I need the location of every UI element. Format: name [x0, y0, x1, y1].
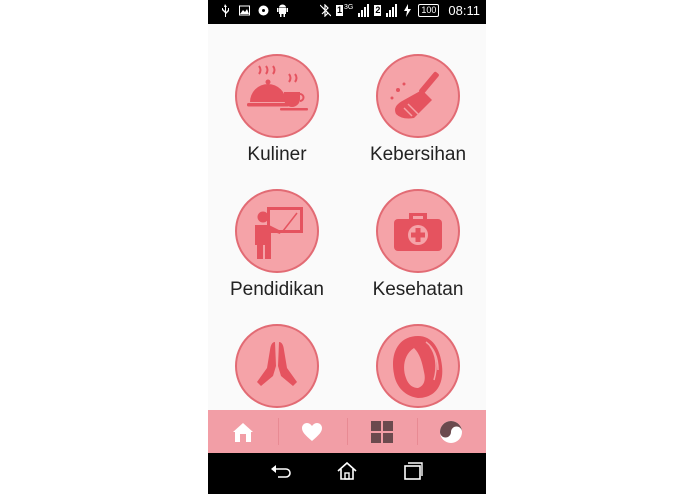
tab-profile[interactable]: [416, 410, 487, 453]
signal-1-icon: [358, 4, 370, 17]
category-circle: [376, 189, 460, 273]
back-arrow-icon: [271, 465, 291, 478]
network-type-label: 3G: [344, 4, 354, 11]
heart-icon: [302, 422, 323, 441]
food-cloche-icon: [247, 65, 308, 111]
sim2-badge: 2: [374, 5, 382, 16]
tab-favorites[interactable]: [277, 410, 348, 453]
status-bar: 1 3G 2 100 08:11: [208, 0, 486, 24]
grid-icon: [370, 420, 393, 443]
first-aid-kit-icon: [394, 213, 442, 251]
phone-screen: 1 3G 2 100 08:11 Kuliner Kebersihan Pend…: [208, 0, 486, 494]
yin-yang-icon: [440, 420, 463, 443]
category-label: Pendidikan: [229, 279, 325, 300]
category-label: Kebersihan: [369, 144, 467, 165]
bottom-tab-bar: [208, 410, 486, 453]
category-grid: Kuliner Kebersihan Pendidikan Kesehatan: [208, 24, 486, 410]
woman-face-icon: [393, 336, 443, 398]
category-circle: [376, 54, 460, 138]
tab-categories[interactable]: [347, 410, 417, 453]
category-pendidikan[interactable]: Pendidikan: [217, 189, 337, 301]
clock: 08:11: [448, 3, 480, 18]
usb-icon: [222, 4, 229, 17]
category-label: Kuliner: [247, 144, 307, 165]
category-circle: [235, 54, 319, 138]
status-indicators: 1 3G 2 100 08:11: [320, 3, 480, 18]
gallery-icon: [239, 5, 250, 16]
home-outline-icon: [337, 461, 357, 480]
recents-button[interactable]: [402, 461, 424, 486]
category-label: Kesehatan: [372, 279, 464, 300]
category-circle: [376, 324, 460, 408]
praying-hands-icon: [257, 342, 297, 386]
category-circle: [235, 189, 319, 273]
home-icon: [232, 422, 253, 442]
battery-level: 100: [418, 4, 440, 17]
back-button[interactable]: [270, 461, 292, 486]
sim1-badge: 1: [336, 5, 344, 16]
bluetooth-off-icon: [320, 4, 332, 17]
system-navigation-bar: [208, 453, 486, 494]
home-nav-button[interactable]: [336, 461, 358, 486]
status-notifications: [220, 4, 288, 17]
tab-home[interactable]: [208, 410, 278, 453]
teacher-board-icon: [255, 207, 303, 259]
category-ibadah[interactable]: [217, 324, 337, 408]
recents-icon: [404, 462, 423, 480]
category-kuliner[interactable]: Kuliner: [217, 54, 337, 166]
disc-icon: [258, 5, 269, 16]
broom-icon: [390, 71, 439, 119]
category-circle: [235, 324, 319, 408]
charging-icon: [404, 4, 412, 17]
category-kesehatan[interactable]: Kesehatan: [358, 189, 478, 301]
signal-2-icon: [386, 4, 398, 17]
category-kecantikan[interactable]: [358, 324, 478, 408]
android-icon: [277, 4, 288, 17]
category-kebersihan[interactable]: Kebersihan: [358, 54, 478, 166]
